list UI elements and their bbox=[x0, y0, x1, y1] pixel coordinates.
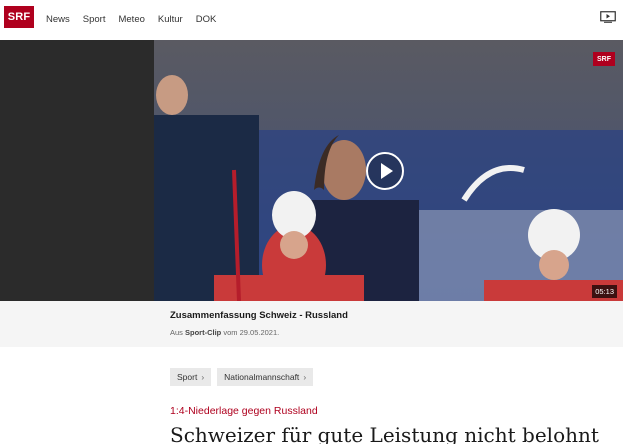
nav-item-kultur[interactable]: Kultur bbox=[158, 14, 183, 25]
article-headline: Schweizer für gute Leistung nicht belohn… bbox=[170, 423, 599, 444]
article-kicker: 1:4-Niederlage gegen Russland bbox=[170, 405, 318, 417]
video-player[interactable]: SRF 05:13 bbox=[154, 40, 623, 301]
video-meta-source[interactable]: Sport-Clip bbox=[185, 328, 221, 337]
video-title[interactable]: Zusammenfassung Schweiz - Russland bbox=[170, 310, 348, 321]
nav-item-sport[interactable]: Sport bbox=[83, 14, 106, 25]
tag-label: Sport bbox=[177, 372, 198, 382]
tag-list: Sport › Nationalmannschaft › bbox=[170, 368, 314, 386]
play-icon bbox=[381, 163, 393, 179]
tv-play-icon[interactable] bbox=[600, 11, 616, 23]
tag-nationalmannschaft[interactable]: Nationalmannschaft › bbox=[217, 368, 314, 386]
video-meta-date: vom 29.05.2021. bbox=[221, 328, 280, 337]
nav-item-news[interactable]: News bbox=[46, 14, 70, 25]
tag-label: Nationalmannschaft bbox=[224, 372, 300, 382]
nav-item-dok[interactable]: DOK bbox=[196, 14, 217, 25]
nav-item-meteo[interactable]: Meteo bbox=[118, 14, 144, 25]
site-header: SRF News Sport Meteo Kultur DOK bbox=[0, 0, 623, 38]
video-meta-prefix: Aus bbox=[170, 328, 186, 337]
chevron-right-icon: › bbox=[303, 372, 307, 382]
play-button[interactable] bbox=[366, 152, 404, 190]
video-meta: Aus Sport-Clip vom 29.05.2021. bbox=[170, 328, 279, 337]
tag-sport[interactable]: Sport › bbox=[170, 368, 212, 386]
srf-badge: SRF bbox=[593, 52, 615, 66]
video-caption: Zusammenfassung Schweiz - Russland Aus S… bbox=[0, 301, 623, 347]
video-duration: 05:13 bbox=[592, 285, 617, 298]
chevron-right-icon: › bbox=[201, 372, 205, 382]
main-nav: News Sport Meteo Kultur DOK bbox=[46, 0, 229, 38]
srf-logo[interactable]: SRF bbox=[4, 6, 34, 28]
